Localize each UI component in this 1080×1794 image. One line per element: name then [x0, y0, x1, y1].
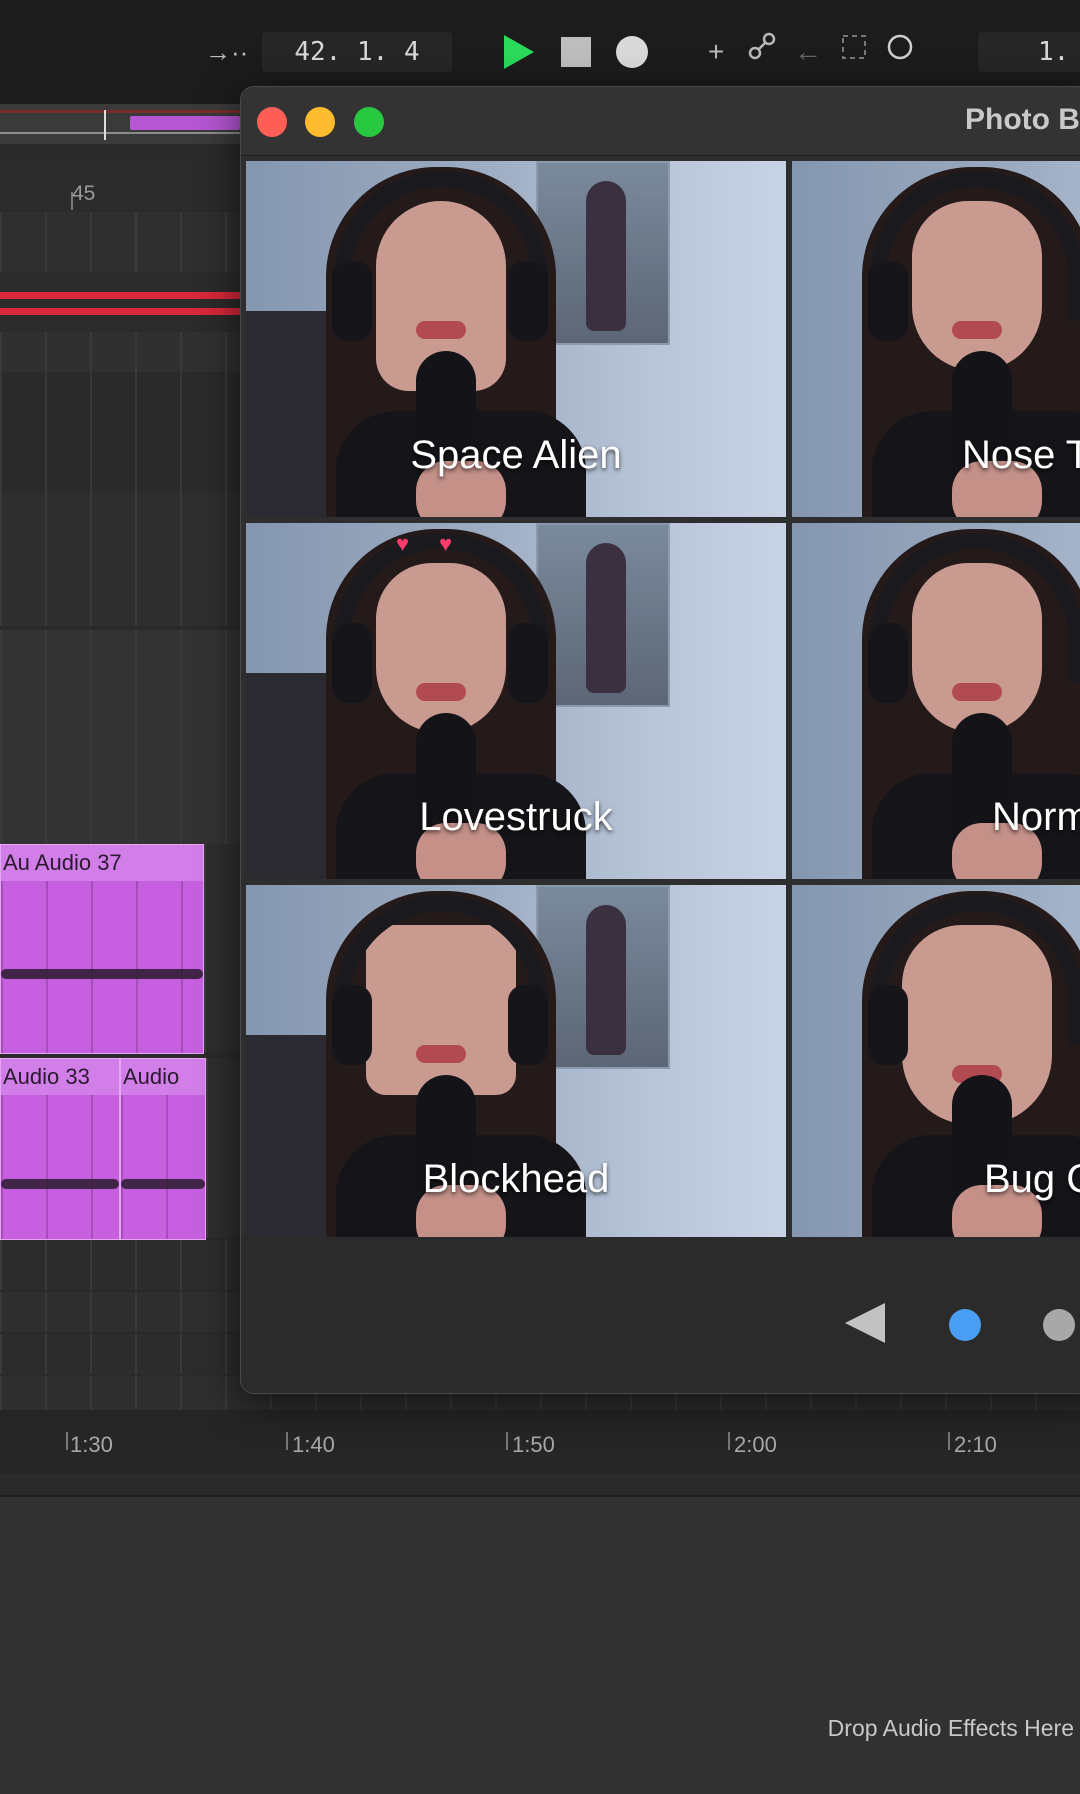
- hearts-icon: ♥♥: [396, 531, 483, 556]
- time-tick: [286, 1432, 288, 1450]
- clip-waveform: [1, 1179, 119, 1189]
- time-ruler[interactable]: 1:30 1:40 1:50 2:00 2:10: [0, 1410, 1080, 1474]
- track-lane[interactable]: [0, 1240, 240, 1290]
- effect-tile-space-alien[interactable]: Space Alien: [246, 161, 786, 517]
- time-tick: [948, 1432, 950, 1450]
- effect-label: Lovestruck: [419, 795, 613, 839]
- minimize-button[interactable]: [305, 107, 335, 137]
- time-label: 2:10: [954, 1432, 997, 1457]
- time-label: 2:00: [734, 1432, 777, 1457]
- overview-clip: [130, 116, 240, 130]
- close-button[interactable]: [257, 107, 287, 137]
- window-titlebar[interactable]: Photo B: [241, 87, 1080, 156]
- track-lane[interactable]: [0, 492, 240, 626]
- audio-clip[interactable]: Audio 33: [0, 1058, 120, 1240]
- time-label: 1:30: [70, 1432, 113, 1457]
- photo-booth-footer: [241, 1237, 1080, 1393]
- play-button[interactable]: [496, 30, 540, 74]
- overview-cursor: [104, 110, 106, 140]
- track-lane[interactable]: [0, 372, 240, 492]
- effect-label: Bug C: [984, 1157, 1080, 1201]
- time-label: 1:40: [292, 1432, 335, 1457]
- effect-tile-bug-out[interactable]: Bug C: [792, 885, 1080, 1241]
- page-dot[interactable]: [1043, 1309, 1075, 1341]
- effect-tile-normal[interactable]: Norm: [792, 523, 1080, 879]
- headphone-cup: [508, 261, 548, 341]
- effect-tile-nose-twirl[interactable]: Nose T: [792, 161, 1080, 517]
- page-dot-active[interactable]: [949, 1309, 981, 1341]
- time-tick: [728, 1432, 730, 1450]
- person-lips: [416, 683, 466, 701]
- drop-audio-effects-hint: Drop Audio Effects Here: [827, 1715, 1074, 1741]
- photo-booth-window[interactable]: Photo B Space Alien Nose T ♥♥ Lovestruck…: [240, 86, 1080, 1394]
- automation-line: [0, 308, 240, 315]
- person-lips: [952, 321, 1002, 339]
- plus-icon[interactable]: +: [694, 30, 738, 74]
- bar-number-label: 45: [72, 182, 96, 205]
- headphone-cup: [508, 623, 548, 703]
- loop-start-display[interactable]: 1.: [978, 32, 1080, 72]
- poster-figure: [586, 543, 626, 693]
- track-lane[interactable]: [0, 1292, 240, 1332]
- arrangement-overview[interactable]: [0, 104, 240, 144]
- track-lane[interactable]: [0, 212, 240, 272]
- headphone-cup: [332, 985, 372, 1065]
- follow-icon[interactable]: →··: [205, 30, 265, 74]
- time-tick: [506, 1432, 508, 1450]
- track-lane[interactable]: [0, 332, 240, 372]
- effect-label: Norm: [992, 795, 1080, 839]
- back-to-arrangement-icon[interactable]: ←: [786, 30, 830, 74]
- link-icon[interactable]: [740, 30, 784, 74]
- headphone-cup: [332, 623, 372, 703]
- track-lane[interactable]: [0, 1334, 240, 1374]
- record-button[interactable]: [610, 30, 654, 74]
- song-position-display[interactable]: 42. 1. 4: [262, 32, 452, 72]
- person-lips: [416, 1045, 466, 1063]
- headphone-cup: [868, 261, 908, 341]
- overview-marker: [0, 110, 240, 113]
- effect-label: Nose T: [962, 433, 1080, 477]
- headphone-cup: [868, 623, 908, 703]
- previous-page-button[interactable]: [845, 1303, 885, 1343]
- track-lane[interactable]: [0, 630, 240, 844]
- headphone-cup: [508, 985, 548, 1065]
- effect-tile-blockhead[interactable]: Blockhead: [246, 885, 786, 1241]
- clip-waveform: [121, 1179, 205, 1189]
- time-tick: [66, 1432, 68, 1450]
- stop-button[interactable]: [554, 30, 598, 74]
- beat-ruler[interactable]: 45: [0, 160, 240, 210]
- clip-title: Audio 33: [1, 1059, 119, 1095]
- headphone-cup: [868, 985, 908, 1065]
- effect-tile-lovestruck[interactable]: ♥♥ Lovestruck: [246, 523, 786, 879]
- clip-title: Au Audio 37: [1, 845, 203, 881]
- record-lane[interactable]: [0, 272, 240, 332]
- headphone-cup: [332, 261, 372, 341]
- person-lips: [952, 683, 1002, 701]
- effect-label: Space Alien: [410, 433, 622, 477]
- loop-region-icon[interactable]: [832, 30, 876, 74]
- record-icon: [616, 36, 648, 68]
- play-icon: [504, 35, 534, 69]
- overview-line: [0, 132, 240, 134]
- audio-clip[interactable]: Audio: [120, 1058, 206, 1240]
- person-lips: [416, 321, 466, 339]
- track-lane[interactable]: [206, 1058, 240, 1238]
- window-title: Photo B: [965, 103, 1080, 136]
- device-view[interactable]: Drop Audio Effects Here: [0, 1495, 1080, 1794]
- track-lane[interactable]: [204, 844, 240, 1052]
- clip-title: Audio: [121, 1059, 205, 1095]
- poster-figure: [586, 181, 626, 331]
- effect-label: Blockhead: [422, 1157, 610, 1201]
- audio-clip[interactable]: Au Audio 37: [0, 844, 204, 1054]
- clip-waveform: [1, 969, 203, 979]
- time-label: 1:50: [512, 1432, 555, 1457]
- automation-line: [0, 292, 240, 299]
- punch-icon[interactable]: [878, 30, 922, 74]
- poster-figure: [586, 905, 626, 1055]
- zoom-button[interactable]: [354, 107, 384, 137]
- stop-icon: [561, 37, 591, 67]
